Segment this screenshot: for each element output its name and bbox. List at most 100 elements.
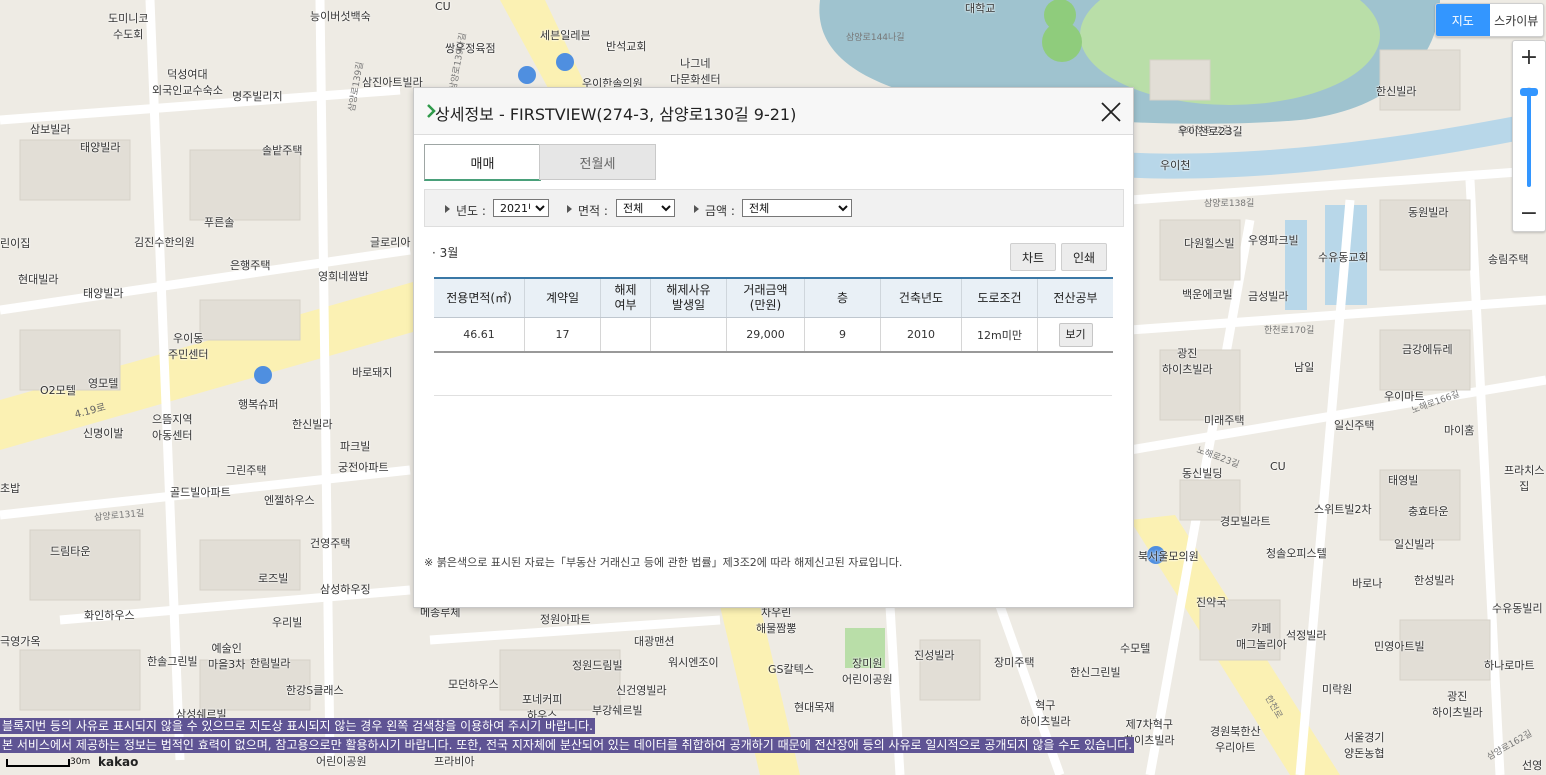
map-poi-label[interactable]: 린이집 — [0, 235, 30, 251]
map-type-map-button[interactable]: 지도 — [1436, 4, 1490, 36]
map-poi-label[interactable]: 예술인 마을3차 — [208, 640, 245, 672]
map-poi-label[interactable]: 우리빌 — [272, 614, 302, 630]
map-poi-label[interactable]: 부강쉐르빌 — [592, 702, 643, 718]
map-poi-label[interactable]: 나그네 다문화센터 — [670, 55, 721, 87]
map-poi-label[interactable]: 송림주택 — [1488, 251, 1528, 267]
map-poi-label[interactable]: 바로돼지 — [352, 364, 392, 380]
map-poi-label[interactable]: 태양빌라 — [80, 139, 120, 155]
map-poi-label[interactable]: 청솔오피스텔 — [1266, 545, 1327, 561]
map-poi-label[interactable]: CU — [435, 0, 451, 13]
map-poi-label[interactable]: 워시엔조이 — [668, 654, 719, 670]
map-poi-label[interactable]: 골드빌아파트 — [170, 484, 231, 500]
map-poi-label[interactable]: 혁구 하이츠빌라 — [1020, 697, 1071, 729]
map-poi-label[interactable]: 광진 하이츠빌라 — [1432, 688, 1483, 720]
map-poi-label[interactable]: 장미원 어린이공원 — [842, 655, 893, 687]
map-poi-label[interactable]: 한림빌라 — [250, 655, 290, 671]
tab-sale[interactable]: 매매 — [424, 144, 541, 181]
map-poi-label[interactable]: O2모텔 — [40, 382, 76, 398]
map-poi-label[interactable]: 삼보빌라 — [30, 121, 70, 137]
map-poi-label[interactable]: 극영가옥 — [0, 633, 40, 649]
zoom-slider-thumb[interactable] — [1520, 88, 1538, 96]
map-poi-label[interactable]: 영모텔 — [88, 375, 118, 391]
map-poi-label[interactable]: 삼성하우징 — [320, 581, 371, 597]
map-poi-label[interactable]: 김진수한의원 — [134, 234, 195, 250]
amount-select[interactable]: 전체 — [742, 199, 852, 217]
map-poi-label[interactable]: 프라치스 집 — [1504, 462, 1544, 494]
map-poi-label[interactable]: 건영주택 — [310, 535, 350, 551]
area-select[interactable]: 전체 — [616, 199, 675, 217]
map-poi-label[interactable]: 정원아파트 — [540, 611, 591, 627]
tab-rent[interactable]: 전월세 — [539, 144, 656, 180]
view-ledger-button[interactable]: 보기 — [1058, 322, 1093, 347]
map-poi-label[interactable]: 솔밭주택 — [262, 142, 302, 158]
map-poi-label[interactable]: 화인하우스 — [84, 607, 135, 623]
map-poi-label[interactable]: 태영빌 — [1388, 472, 1418, 488]
map-poi-label[interactable]: 대광맨션 — [634, 633, 674, 649]
map-poi-label[interactable]: 서울경기 양돈농협 — [1344, 729, 1384, 761]
map-poi-label[interactable]: 일신주택 — [1334, 417, 1374, 433]
map-poi-label[interactable]: 드림타운 — [50, 543, 90, 559]
map-poi-label[interactable]: 수모텔 — [1120, 640, 1150, 656]
map-poi-label[interactable]: 으뜸지역 아동센터 — [152, 411, 192, 443]
map-poi-label[interactable]: 수유동교회 — [1318, 249, 1369, 265]
map-poi-label[interactable]: 카페 매그놀리아 — [1236, 620, 1287, 652]
map-poi-label[interactable]: 글로리아 — [370, 234, 410, 250]
map-poi-label[interactable]: 우이천 — [1160, 157, 1190, 173]
map-poi-label[interactable]: CU — [1270, 460, 1286, 473]
map-poi-label[interactable]: 초밥 — [0, 480, 20, 496]
map-poi-label[interactable]: 진약국 — [1196, 594, 1226, 610]
map-poi-label[interactable]: 경모빌라트 — [1220, 513, 1271, 529]
map-poi-label[interactable]: 우영파크빌 — [1248, 232, 1299, 248]
map-poi-label[interactable]: 모던하우스 — [448, 676, 499, 692]
zoom-out-button[interactable]: − — [1513, 197, 1545, 229]
map-poi-label[interactable]: 스위트빌2차 — [1314, 501, 1372, 517]
chart-button[interactable]: 차트 — [1010, 243, 1056, 271]
map-poi-label[interactable]: 진성빌라 — [914, 647, 954, 663]
map-poi-label[interactable]: 동원빌라 — [1408, 204, 1448, 220]
year-select[interactable]: 2021년 — [493, 199, 549, 217]
map-poi-label[interactable]: 한신빌라 — [292, 416, 332, 432]
map-poi-label[interactable]: 도미니코 수도회 — [108, 10, 148, 42]
map-poi-label[interactable]: 신명이발 — [83, 425, 123, 441]
map-poi-label[interactable]: 경원북한산 우리아트 — [1210, 723, 1261, 755]
map-poi-label[interactable]: 은행주택 — [230, 257, 270, 273]
map-poi-label[interactable]: 금강에듀레 — [1402, 341, 1453, 357]
map-poi-label[interactable]: 어린이공원 — [316, 753, 367, 769]
map-poi-label[interactable]: 바로나 — [1352, 575, 1382, 591]
map-poi-label[interactable]: 영희네쌈밥 — [318, 268, 369, 284]
map-poi-label[interactable]: 북서울모의원 — [1138, 548, 1199, 564]
map-poi-label[interactable]: 반석교회 — [606, 38, 646, 54]
map-poi-label[interactable]: 민영아트빌 — [1374, 638, 1425, 654]
map-poi-label[interactable]: 동신빌딩 — [1182, 465, 1222, 481]
map-poi-label[interactable]: 궁전아파트 — [338, 459, 389, 475]
map-poi-label[interactable]: 파크빌 — [340, 438, 370, 454]
map-poi-label[interactable]: 남일 — [1294, 359, 1314, 375]
close-icon[interactable] — [1100, 101, 1122, 123]
map-poi-label[interactable]: 그린주택 — [226, 462, 266, 478]
map-poi-label[interactable]: 선영 — [1522, 757, 1542, 773]
map-poi-label[interactable]: 명주빌리지 — [232, 88, 283, 104]
map-poi-label[interactable]: 한솔그린빌 — [147, 653, 198, 669]
map-poi-label[interactable]: 미락원 — [1322, 681, 1352, 697]
kakao-logo[interactable]: kakao — [98, 755, 138, 769]
map-poi-label[interactable]: 푸른솔 — [204, 214, 234, 230]
map-poi-label[interactable]: 능이버섯백숙 — [310, 8, 371, 24]
map-poi-label[interactable]: 장미주택 — [994, 654, 1034, 670]
map-poi-label[interactable]: 우이동 주민센터 — [168, 330, 208, 362]
map-poi-label[interactable]: 태양빌라 — [83, 285, 123, 301]
map-poi-label[interactable]: 미래주택 — [1204, 412, 1244, 428]
map-poi-label[interactable]: 세븐일레븐 — [540, 27, 591, 43]
map-poi-label[interactable]: 한강S클래스 — [286, 682, 344, 698]
map-poi-label[interactable]: 로즈빌 — [258, 570, 288, 586]
map-poi-label[interactable]: 한성빌라 — [1414, 572, 1454, 588]
map-poi-label[interactable]: 행복슈퍼 — [238, 396, 278, 412]
map-type-skyview-button[interactable]: 스카이뷰 — [1490, 4, 1544, 36]
map-poi-label[interactable]: 신건영빌라 — [616, 682, 667, 698]
print-button[interactable]: 인쇄 — [1061, 243, 1107, 271]
map-poi-label[interactable]: 마이홈 — [1444, 422, 1474, 438]
map-poi-label[interactable]: 하나로마트 — [1484, 657, 1535, 673]
map-poi-label[interactable]: 한신빌라 — [1376, 83, 1416, 99]
map-poi-label[interactable]: 일신빌라 — [1394, 536, 1434, 552]
map-poi-label[interactable]: GS칼텍스 — [768, 661, 814, 677]
zoom-slider-track[interactable] — [1527, 87, 1531, 187]
